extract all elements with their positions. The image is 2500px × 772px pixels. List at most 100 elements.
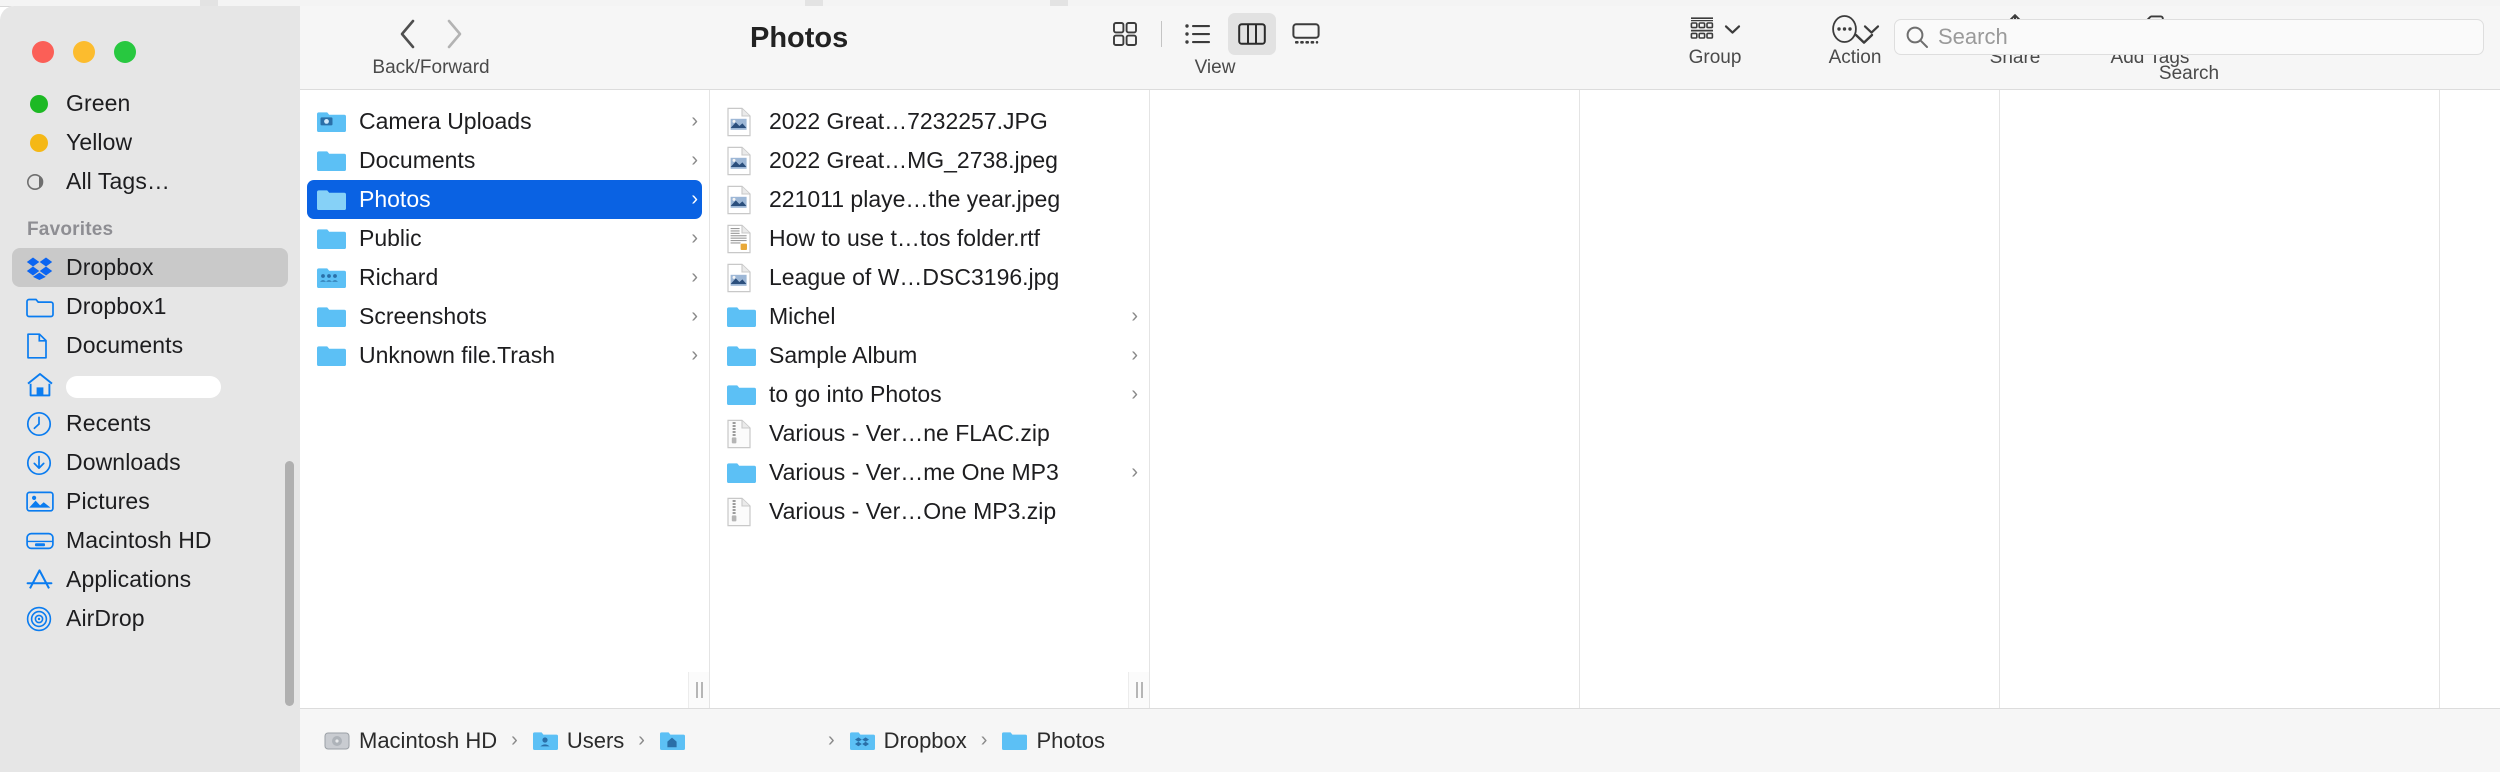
folder-icon — [316, 302, 350, 332]
file-row-label: Photos — [359, 186, 431, 212]
sidebar-item-applications[interactable]: Applications — [12, 560, 288, 599]
breadcrumb-item-macintosh-hd[interactable]: Macintosh HD — [324, 728, 497, 754]
column-view-button[interactable] — [1227, 13, 1276, 55]
close-button[interactable] — [32, 41, 54, 63]
toolbar-overflow-button[interactable] — [1853, 32, 1875, 46]
gallery-view-button[interactable] — [1282, 13, 1330, 55]
column-empty-3[interactable] — [2000, 90, 2440, 708]
breadcrumb-item-photos[interactable]: Photos — [1001, 728, 1105, 754]
file-row-mp3-folder[interactable]: Various - Ver…me One MP3 › — [717, 453, 1142, 492]
file-row-richard[interactable]: Richard › — [307, 258, 702, 297]
file-row-documents[interactable]: Documents › — [307, 141, 702, 180]
breadcrumb-item-home[interactable] — [659, 730, 814, 752]
file-row-label: Michel — [769, 303, 836, 329]
file-row-mp3-zip[interactable]: Various - Ver…One MP3.zip — [717, 492, 1142, 531]
sidebar-item-label: Documents — [66, 332, 184, 358]
sidebar-item-downloads[interactable]: Downloads — [12, 443, 288, 482]
column-resize-handle-2[interactable] — [1128, 672, 1149, 708]
sidebar-item-recents[interactable]: Recents — [12, 404, 288, 443]
column-empty-1[interactable] — [1150, 90, 1580, 708]
breadcrumb-separator: › — [980, 729, 988, 751]
file-row-label: Camera Uploads — [359, 108, 532, 134]
minimize-button[interactable] — [73, 41, 95, 63]
file-row-label: Various - Ver…me One MP3 — [769, 459, 1059, 485]
tag-dot-green-icon — [26, 90, 60, 118]
finder-window: Green Yellow All Tags… Favorites Dropbox… — [0, 6, 2500, 772]
file-row-label: Public — [359, 225, 422, 251]
dropbox-icon — [26, 254, 60, 282]
file-row-to-go-into-photos[interactable]: to go into Photos › — [717, 375, 1142, 414]
column-empty-4[interactable] — [2440, 90, 2500, 708]
file-row-label: How to use t…tos folder.rtf — [769, 225, 1041, 251]
file-row-screenshots[interactable]: Screenshots › — [307, 297, 702, 336]
file-row-label: to go into Photos — [769, 381, 942, 407]
icon-view-button[interactable] — [1101, 13, 1149, 55]
sidebar-item-label-redacted — [66, 375, 221, 398]
sidebar-item-documents[interactable]: Documents — [12, 326, 288, 365]
resize-grip-icon — [695, 682, 703, 698]
file-row-camera-uploads[interactable]: Camera Uploads › — [307, 102, 702, 141]
file-row-photos[interactable]: Photos › — [307, 180, 702, 219]
breadcrumb-item-users[interactable]: Users — [532, 728, 624, 754]
column-resize-handle-1[interactable] — [688, 672, 709, 708]
sidebar-item-dropbox[interactable]: Dropbox — [12, 248, 288, 287]
document-icon — [26, 332, 60, 360]
list-view-button[interactable] — [1174, 13, 1222, 55]
page-title: Photos — [750, 22, 849, 54]
tag-dot-yellow-icon — [26, 129, 60, 157]
chevron-right-icon: › — [1131, 461, 1138, 483]
back-button[interactable] — [385, 11, 431, 57]
folder-icon — [726, 302, 760, 332]
forward-button[interactable] — [431, 11, 477, 57]
sidebar-item-pictures[interactable]: Pictures — [12, 482, 288, 521]
chevron-down-icon — [1724, 24, 1741, 34]
file-row-image-1[interactable]: 2022 Great…7232257.JPG — [717, 102, 1142, 141]
file-row-image-2[interactable]: 2022 Great…MG_2738.jpeg — [717, 141, 1142, 180]
navigation-group: Back/Forward — [336, 6, 526, 90]
breadcrumb-separator: › — [827, 729, 835, 751]
file-row-label: Sample Album — [769, 342, 918, 368]
group-icon — [1690, 17, 1714, 39]
folder-icon — [726, 341, 760, 371]
sidebar-scroll-area[interactable]: Green Yellow All Tags… Favorites Dropbox… — [0, 84, 300, 772]
column-empty-2[interactable] — [1580, 90, 2000, 708]
sidebar-item-dropbox1[interactable]: Dropbox1 — [12, 287, 288, 326]
all-tags-icon — [26, 168, 60, 196]
file-row-label: Unknown file.Trash — [359, 342, 556, 368]
sidebar-item-all-tags[interactable]: All Tags… — [12, 162, 288, 201]
sidebar-section-favorites: Favorites — [27, 219, 114, 240]
group-button[interactable] — [1685, 6, 1745, 52]
breadcrumb-item-dropbox[interactable]: Dropbox — [849, 728, 967, 754]
breadcrumb-separator: › — [511, 729, 518, 751]
file-row-flac-zip[interactable]: Various - Ver…ne FLAC.zip — [717, 414, 1142, 453]
sidebar-item-yellow-tag[interactable]: Yellow — [12, 123, 288, 162]
sidebar-item-home[interactable] — [12, 365, 288, 404]
file-row-image-4[interactable]: League of W…DSC3196.jpg — [717, 258, 1142, 297]
image-file-icon — [726, 146, 760, 176]
zoom-button[interactable] — [114, 41, 136, 63]
sidebar-item-macintosh-hd[interactable]: Macintosh HD — [12, 521, 288, 560]
search-placeholder: Search — [1938, 24, 2008, 49]
harddisk-icon — [324, 730, 350, 752]
action-caption: Action — [1828, 47, 1882, 68]
sidebar-item-airdrop[interactable]: AirDrop — [12, 599, 288, 638]
sidebar-item-green-tag[interactable]: Green — [12, 84, 288, 123]
sidebar-scrollbar[interactable] — [285, 461, 294, 706]
chevron-right-icon: › — [1131, 383, 1138, 405]
file-row-michel[interactable]: Michel › — [717, 297, 1142, 336]
search-group: Search Search — [1894, 19, 2484, 85]
file-row-public[interactable]: Public › — [307, 219, 702, 258]
sidebar-item-label: AirDrop — [66, 605, 145, 631]
search-input[interactable]: Search — [1894, 19, 2484, 55]
sidebar-item-label: Macintosh HD — [66, 527, 212, 553]
file-row-rtf[interactable]: How to use t…tos folder.rtf — [717, 219, 1142, 258]
folder-icon — [316, 185, 350, 215]
file-row-image-3[interactable]: 221011 playe…the year.jpeg — [717, 180, 1142, 219]
column-dropbox[interactable]: Camera Uploads › Documents › Photos › Pu… — [300, 90, 710, 708]
column-photos[interactable]: 2022 Great…7232257.JPG 2022 Great…MG_273… — [710, 90, 1150, 708]
image-file-icon — [726, 185, 760, 215]
file-row-unknown-file-trash[interactable]: Unknown file.Trash › — [307, 336, 702, 375]
folder-icon — [316, 146, 350, 176]
sidebar-item-label: All Tags… — [66, 168, 171, 194]
file-row-sample-album[interactable]: Sample Album › — [717, 336, 1142, 375]
